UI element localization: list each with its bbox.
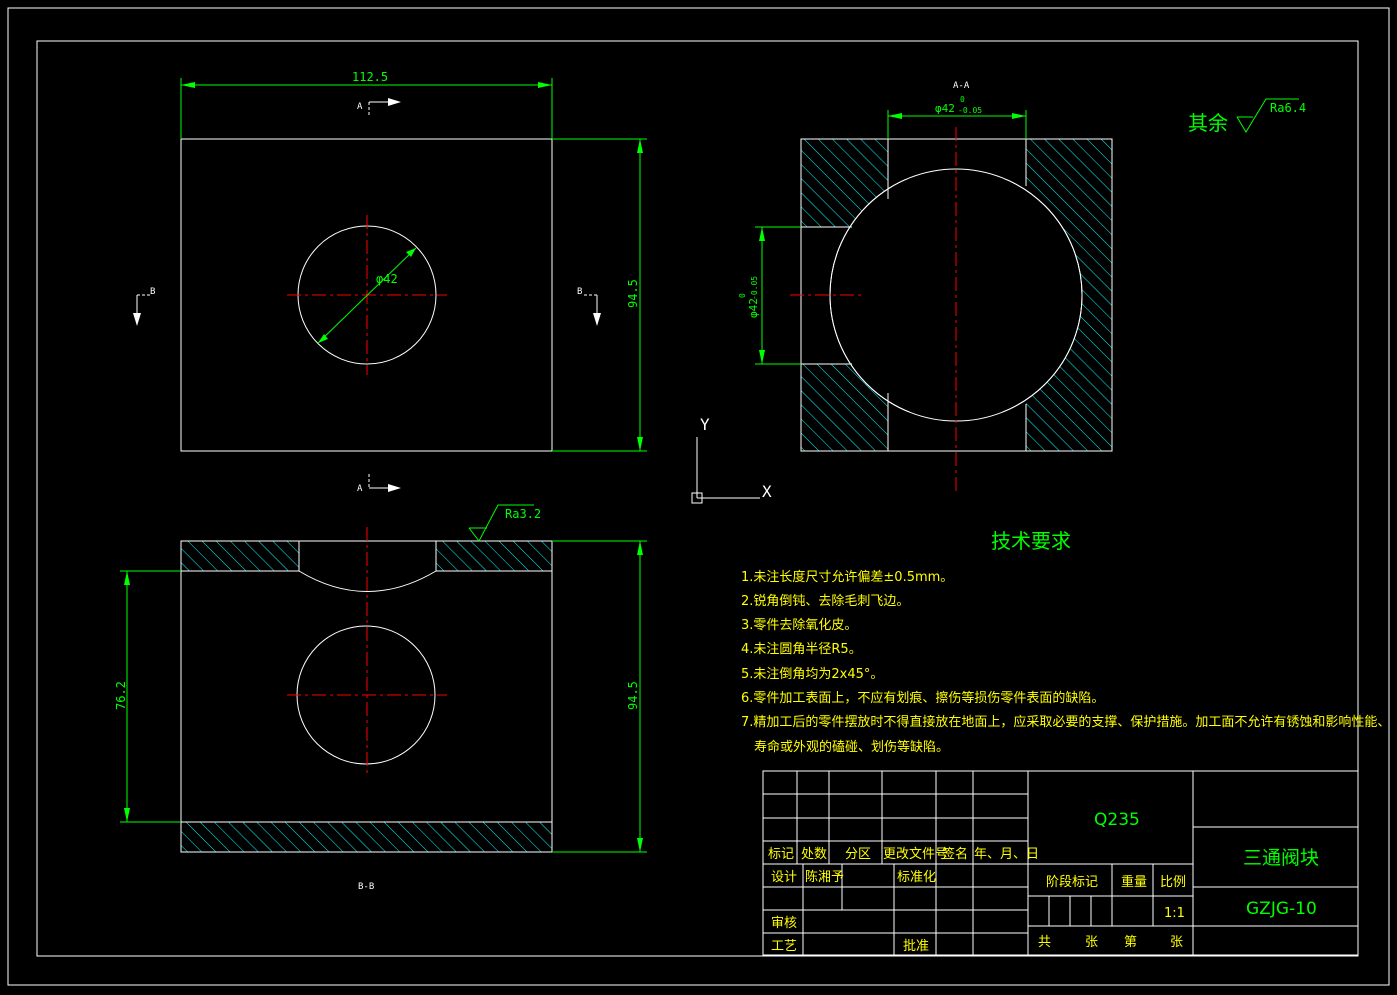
dim-height: 94.5 xyxy=(626,279,640,308)
dim-bb-right: 94.5 xyxy=(626,681,640,710)
svg-text:批准: 批准 xyxy=(903,939,929,954)
tech-item: 5.未注倒角均为2x45°。 xyxy=(741,667,883,682)
tech-item: 1.未注长度尺寸允许偏差±0.5mm。 xyxy=(741,569,953,585)
svg-text:工艺: 工艺 xyxy=(771,939,797,954)
svg-text:0: 0 xyxy=(960,95,965,104)
dim-width: 112.5 xyxy=(352,70,388,84)
svg-text:设计: 设计 xyxy=(771,870,797,885)
section-bb-title: B-B xyxy=(358,882,374,892)
svg-text:年、月、日: 年、月、日 xyxy=(974,847,1039,862)
dim-aa-top: φ42 xyxy=(935,102,955,115)
tech-item: 3.零件去除氧化皮。 xyxy=(741,618,857,633)
cad-drawing-canvas: φ42 112.5 94.5 A A B B A-A φ42 0 -0.05 φ… xyxy=(7,7,1390,986)
tech-item: 寿命或外观的磕碰、划伤等缺陷。 xyxy=(754,739,949,755)
svg-text:签名: 签名 xyxy=(942,846,968,862)
tech-requirements-title: 技术要求 xyxy=(991,529,1071,553)
svg-text:其余: 其余 xyxy=(1188,111,1228,135)
tech-item: 4.未注圆角半径R5。 xyxy=(741,642,862,657)
svg-text:分区: 分区 xyxy=(845,847,871,862)
drawing-number: GZJG-10 xyxy=(1246,899,1317,919)
section-bb-view: Ra3.2 76.2 94.5 B-B xyxy=(114,504,647,892)
section-a-marker-bottom: A xyxy=(357,474,401,494)
svg-text:更改文件号: 更改文件号 xyxy=(883,847,948,862)
title-block-text: 标记 处数 分区 更改文件号 签名 年、月、日 设计 陈湘予 标准化 审核 工艺… xyxy=(768,810,1319,954)
svg-text:标准化: 标准化 xyxy=(897,870,936,885)
dim-aa-left: φ42 xyxy=(747,298,760,318)
svg-text:张: 张 xyxy=(1170,935,1183,950)
svg-text:标记: 标记 xyxy=(768,847,794,862)
svg-text:B: B xyxy=(150,287,155,297)
tech-item: 2.锐角倒钝、去除毛刺飞边。 xyxy=(741,594,909,609)
svg-text:张: 张 xyxy=(1085,935,1098,950)
dim-bb-left: 76.2 xyxy=(114,681,128,710)
svg-text:Ra3.2: Ra3.2 xyxy=(505,507,541,521)
part-name: 三通阀块 xyxy=(1243,847,1319,869)
svg-text:重量: 重量 xyxy=(1121,874,1147,890)
tech-item: 7.精加工后的零件摆放时不得直接放在地面上，应采取必要的支撑、保护措施。加工面不… xyxy=(741,714,1390,730)
axis-y-label: Y xyxy=(700,415,710,434)
tech-item: 6.零件加工表面上，不应有划痕、擦伤等损伤零件表面的缺陷。 xyxy=(741,690,1104,706)
svg-text:A: A xyxy=(357,484,363,494)
ucs-axis-icon: Y X xyxy=(691,415,772,504)
section-b-marker-right: B xyxy=(577,287,601,326)
scale-value: 1:1 xyxy=(1164,906,1185,921)
section-a-marker-top: A xyxy=(357,98,401,117)
svg-text:B: B xyxy=(577,287,582,297)
svg-text:Ra6.4: Ra6.4 xyxy=(1270,101,1306,115)
svg-text:处数: 处数 xyxy=(801,847,827,862)
section-aa-view: A-A φ42 0 -0.05 φ42 0 -0.05 xyxy=(738,81,1113,495)
roughness-note: 其余 Ra6.4 xyxy=(1188,98,1306,135)
svg-text:阶段标记: 阶段标记 xyxy=(1046,875,1098,890)
section-b-marker-left: B xyxy=(133,287,155,326)
axis-x-label: X xyxy=(762,482,772,501)
svg-text:共: 共 xyxy=(1038,935,1051,950)
top-view: φ42 112.5 94.5 A A B B xyxy=(133,70,647,494)
tech-requirements: 技术要求 1.未注长度尺寸允许偏差±0.5mm。 2.锐角倒钝、去除毛刺飞边。 … xyxy=(741,529,1390,755)
svg-text:第: 第 xyxy=(1124,935,1137,950)
material: Q235 xyxy=(1094,810,1140,830)
section-aa-title: A-A xyxy=(953,81,970,91)
svg-text:比例: 比例 xyxy=(1160,875,1186,890)
svg-text:-0.05: -0.05 xyxy=(958,106,982,115)
svg-text:-0.05: -0.05 xyxy=(750,276,759,300)
svg-text:A: A xyxy=(357,102,363,112)
svg-text:审核: 审核 xyxy=(771,916,797,931)
svg-text:0: 0 xyxy=(738,293,747,298)
dim-hole-diameter: φ42 xyxy=(376,272,398,286)
designer-name: 陈湘予 xyxy=(805,869,844,885)
